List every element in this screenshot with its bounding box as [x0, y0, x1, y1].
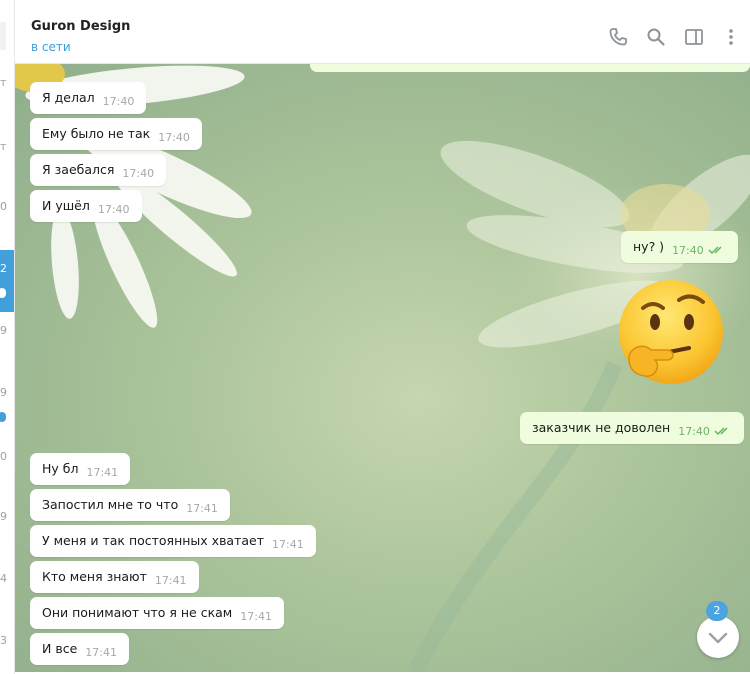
sidebar-toggle-icon[interactable] [684, 27, 704, 47]
message-time: 17:41 [240, 610, 272, 623]
incoming-message[interactable]: И все 17:41 [30, 633, 129, 665]
scroll-to-bottom-button[interactable] [697, 616, 739, 658]
message-area[interactable]: Я делал 17:40 Ему было не так 17:40 Я заеб… [15, 64, 750, 672]
message-text: ну? ) [633, 239, 665, 254]
chevron-down-icon [708, 632, 728, 644]
incoming-message[interactable]: Они понимают что я не скам 17:41 [30, 597, 284, 629]
phone-icon[interactable] [608, 27, 628, 47]
contact-name[interactable]: Guron Design [31, 19, 130, 34]
incoming-message[interactable]: Ну бл 17:41 [30, 453, 131, 485]
message-time: 17:41 [272, 538, 304, 551]
message-time: 17:40 [672, 244, 704, 257]
message-text: Ну бл [42, 461, 79, 476]
chat-list-fragment: 0 [0, 450, 7, 463]
chat-list-sidebar: т т 0 2 9 9 0 9 4 3 [0, 0, 15, 674]
message-time: 17:40 [678, 425, 710, 438]
chat-list-fragment: 9 [0, 324, 7, 337]
more-vertical-icon[interactable] [721, 27, 741, 47]
chat-list-fragment: 2 [0, 262, 7, 275]
message-time: 17:40 [122, 167, 155, 180]
chat-header: Guron Design в сети [15, 10, 750, 64]
sidebar-search-box[interactable] [0, 22, 6, 50]
message-text: Я заебался [42, 162, 115, 177]
incoming-message[interactable]: Ему было не так 17:40 [30, 118, 202, 150]
incoming-message[interactable]: Кто меня знают 17:41 [30, 561, 199, 593]
double-check-icon [708, 235, 726, 267]
incoming-message[interactable]: У меня и так постоянных хватает 17:41 [30, 525, 316, 557]
message-time: 17:40 [158, 131, 190, 144]
contact-status: в сети [31, 40, 71, 54]
search-icon[interactable] [646, 27, 666, 47]
unread-dot [0, 410, 8, 424]
chat-list-fragment: 9 [0, 510, 7, 523]
message-time: 17:41 [85, 646, 117, 659]
message-time: 17:41 [186, 502, 218, 515]
chat-list-fragment: 3 [0, 634, 7, 647]
message-text: У меня и так постоянных хватает [42, 533, 265, 548]
thinking-face-sticker[interactable] [609, 278, 729, 398]
incoming-message[interactable]: Запостил мне то что 17:41 [30, 489, 230, 521]
message-time: 17:40 [97, 203, 130, 216]
chat-list-fragment: т [0, 140, 7, 153]
message-text: И все [42, 641, 78, 656]
message-time: 17:41 [154, 574, 187, 587]
incoming-message[interactable]: Я делал 17:40 [30, 82, 147, 114]
incoming-message[interactable]: И ушёл 17:40 [30, 190, 142, 222]
previous-outgoing-message [310, 64, 750, 72]
message-text: Я делал [42, 90, 95, 105]
message-text: Кто меня знают [42, 569, 147, 584]
outgoing-message[interactable]: ну? ) 17:40 [621, 231, 738, 263]
message-text: Запостил мне то что [42, 497, 179, 512]
selected-chat-item[interactable]: 2 [0, 250, 14, 312]
message-text: заказчик не доволен [532, 420, 671, 435]
message-time: 17:40 [102, 95, 135, 108]
message-text: Они понимают что я не скам [42, 605, 233, 620]
double-check-icon [714, 416, 732, 448]
unread-count-badge: 2 [706, 601, 728, 621]
chat-list-fragment: 9 [0, 386, 7, 399]
message-text: И ушёл [42, 198, 90, 213]
message-time: 17:41 [86, 466, 119, 479]
chat-list-fragment: т [0, 76, 7, 89]
outgoing-message[interactable]: заказчик не доволен 17:40 [520, 412, 744, 444]
chat-list-fragment: 4 [0, 572, 7, 585]
message-text: Ему было не так [42, 126, 151, 141]
incoming-message[interactable]: Я заебался 17:40 [30, 154, 167, 186]
chat-list-fragment: 0 [0, 200, 7, 213]
